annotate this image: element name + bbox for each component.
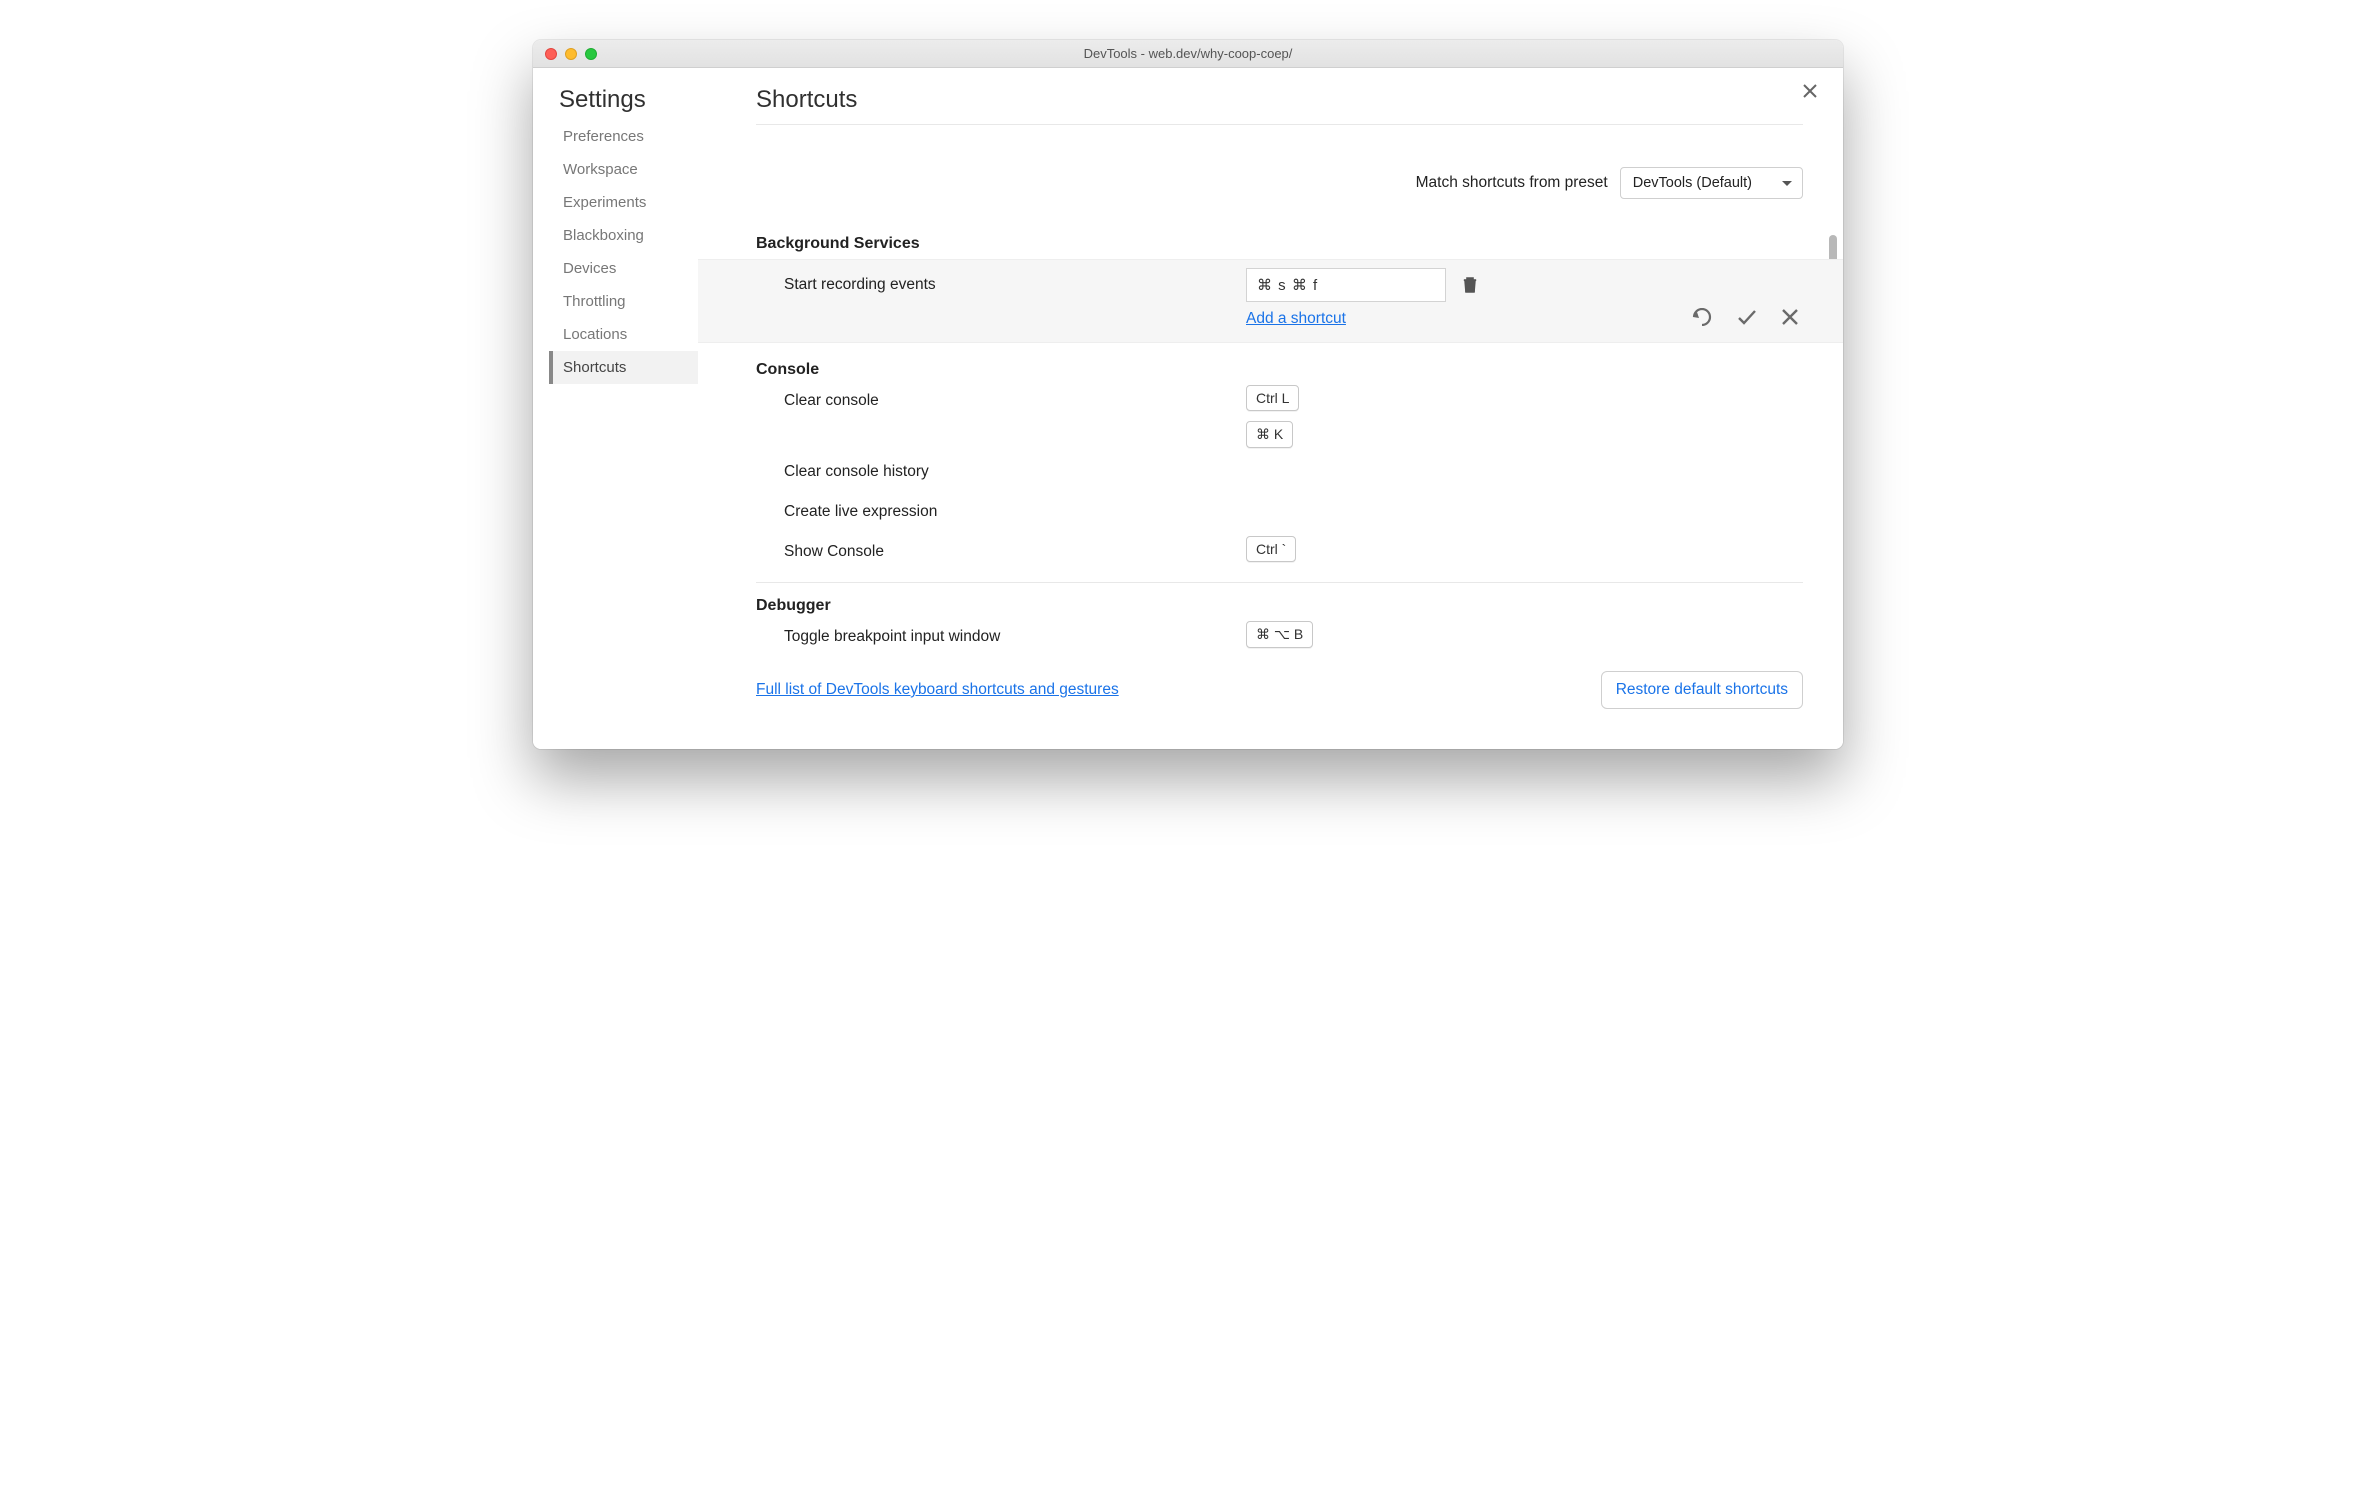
restore-defaults-button[interactable]: Restore default shortcuts [1601, 671, 1803, 709]
zoom-window-icon[interactable] [585, 48, 597, 60]
cancel-shortcut-button[interactable] [1777, 304, 1803, 330]
sidebar-item-workspace[interactable]: Workspace [549, 153, 698, 186]
full-list-link[interactable]: Full list of DevTools keyboard shortcuts… [756, 681, 1119, 699]
preset-label: Match shortcuts from preset [1416, 174, 1608, 192]
sidebar-item-blackboxing[interactable]: Blackboxing [549, 219, 698, 252]
sidebar-item-shortcuts[interactable]: Shortcuts [549, 351, 698, 384]
shortcut-row-toggle-breakpoint-input[interactable]: Toggle breakpoint input window ⌘ ⌥ B [756, 617, 1803, 657]
add-shortcut-link[interactable]: Add a shortcut [1246, 310, 1346, 328]
keycap: Ctrl ` [1246, 536, 1296, 562]
shortcuts-footer: Full list of DevTools keyboard shortcuts… [756, 657, 1803, 729]
sidebar-item-throttling[interactable]: Throttling [549, 285, 698, 318]
keycap: Ctrl L [1246, 385, 1299, 411]
chevron-down-icon [1782, 181, 1792, 186]
keycap: ⌘ ⌥ B [1246, 621, 1313, 648]
settings-sidebar: Settings Preferences Workspace Experimen… [533, 86, 698, 749]
shortcut-label: Create live expression [756, 496, 1246, 528]
devtools-window: DevTools - web.dev/why-coop-coep/ Settin… [533, 40, 1843, 749]
shortcut-row-show-console[interactable]: Show Console Ctrl ` [756, 532, 1803, 572]
window-title: DevTools - web.dev/why-coop-coep/ [533, 46, 1843, 61]
shortcuts-scroll-area: Background Services Start recording even… [756, 235, 1803, 657]
undo-icon [1691, 308, 1713, 326]
sidebar-item-devices[interactable]: Devices [549, 252, 698, 285]
main-content: Shortcuts Match shortcuts from preset De… [698, 86, 1843, 749]
section-header: Background Services [756, 235, 1803, 255]
checkmark-icon [1737, 308, 1757, 326]
shortcut-label: Toggle breakpoint input window [756, 621, 1246, 653]
delete-shortcut-button[interactable] [1456, 270, 1484, 300]
preset-select[interactable]: DevTools (Default) [1620, 167, 1803, 199]
sidebar-item-preferences[interactable]: Preferences [549, 120, 698, 153]
sidebar-item-locations[interactable]: Locations [549, 318, 698, 351]
shortcut-row-clear-console[interactable]: Clear console Ctrl L ⌘ K [756, 381, 1803, 452]
shortcut-label: Show Console [756, 536, 1246, 568]
sidebar-title: Settings [553, 86, 698, 120]
section-header: Debugger [756, 597, 1803, 617]
shortcut-label: Clear console [756, 385, 1246, 417]
close-window-icon[interactable] [545, 48, 557, 60]
shortcut-row-create-live-expression[interactable]: Create live expression [756, 492, 1803, 532]
preset-select-value: DevTools (Default) [1633, 175, 1752, 191]
section-header: Console [756, 361, 1803, 381]
confirm-shortcut-button[interactable] [1733, 304, 1761, 330]
close-icon [1781, 308, 1799, 326]
shortcut-edit-row: Start recording events [698, 259, 1843, 343]
title-bar: DevTools - web.dev/why-coop-coep/ [533, 40, 1843, 68]
shortcut-row-clear-console-history[interactable]: Clear console history [756, 452, 1803, 492]
minimize-window-icon[interactable] [565, 48, 577, 60]
section-console: Console Clear console Ctrl L ⌘ K Clear c… [756, 361, 1803, 583]
traffic-lights [533, 48, 597, 60]
revert-shortcut-button[interactable] [1687, 304, 1717, 330]
shortcut-label: Clear console history [756, 456, 1246, 488]
trash-icon [1462, 276, 1478, 294]
preset-row: Match shortcuts from preset DevTools (De… [756, 167, 1803, 199]
section-debugger: Debugger Toggle breakpoint input window … [756, 597, 1803, 657]
section-background-services: Background Services Start recording even… [756, 235, 1803, 343]
page-title: Shortcuts [756, 86, 1803, 125]
keycap: ⌘ K [1246, 421, 1293, 448]
sidebar-item-experiments[interactable]: Experiments [549, 186, 698, 219]
shortcut-input[interactable] [1246, 268, 1446, 302]
shortcut-label: Start recording events [756, 276, 1246, 294]
